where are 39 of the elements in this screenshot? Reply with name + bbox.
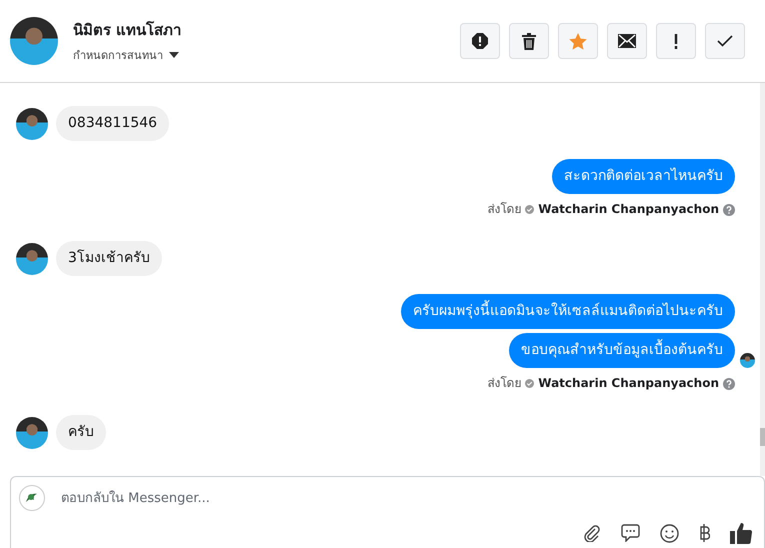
baht-icon[interactable] bbox=[699, 524, 710, 542]
outgoing-message: ขอบคุณสำหรับข้อมูลเบื้องต้นครับ bbox=[509, 333, 735, 368]
delete-button[interactable] bbox=[509, 23, 549, 59]
contact-name: นิมิตร แทนโสภา bbox=[73, 20, 182, 41]
contact-avatar bbox=[16, 416, 48, 448]
page-logo-icon bbox=[19, 485, 45, 511]
outgoing-message: ครับผมพรุ่งนี้แอดมินจะให้เซลล์แมนติดต่อไปนะครับ bbox=[401, 294, 735, 329]
paperclip-icon[interactable] bbox=[583, 524, 601, 542]
star-button[interactable] bbox=[558, 23, 598, 59]
trash-icon bbox=[522, 32, 536, 50]
outgoing-message: สะดวกติดต่อเวลาไหนครับ bbox=[552, 159, 735, 194]
incoming-message: ครับ bbox=[56, 415, 106, 450]
conversation-dropdown[interactable]: กำหนดการสนทนา bbox=[73, 46, 182, 64]
sender-name: Watcharin Chanpanyachon bbox=[538, 376, 719, 391]
envelope-icon bbox=[618, 34, 636, 48]
verified-icon bbox=[525, 205, 534, 214]
sent-by-label: ส่งโดย bbox=[487, 376, 522, 391]
done-button[interactable] bbox=[705, 23, 745, 59]
mail-button[interactable] bbox=[607, 23, 647, 59]
verified-icon bbox=[525, 379, 534, 388]
caret-icon bbox=[169, 52, 179, 58]
help-icon[interactable] bbox=[723, 204, 735, 216]
contact-avatar bbox=[16, 108, 48, 140]
exclamation-icon bbox=[674, 34, 678, 48]
sent-by-label: ส่งโดย bbox=[487, 202, 522, 217]
profile-avatar bbox=[10, 17, 58, 65]
contact-avatar bbox=[16, 242, 48, 274]
emoji-icon[interactable] bbox=[660, 524, 679, 542]
checkmark-icon bbox=[717, 35, 733, 47]
thumbs-up-icon[interactable] bbox=[730, 522, 752, 544]
report-button[interactable] bbox=[460, 23, 500, 59]
alert-icon bbox=[471, 32, 489, 50]
incoming-message: 3โมงเช้าครับ bbox=[56, 241, 162, 276]
incoming-message: 0834811546 bbox=[56, 106, 170, 141]
help-icon[interactable] bbox=[723, 378, 735, 390]
star-icon bbox=[569, 32, 587, 50]
chat-bubble-icon[interactable] bbox=[621, 524, 640, 542]
scrollbar-thumb[interactable] bbox=[760, 428, 765, 446]
sender-name: Watcharin Chanpanyachon bbox=[538, 202, 719, 217]
